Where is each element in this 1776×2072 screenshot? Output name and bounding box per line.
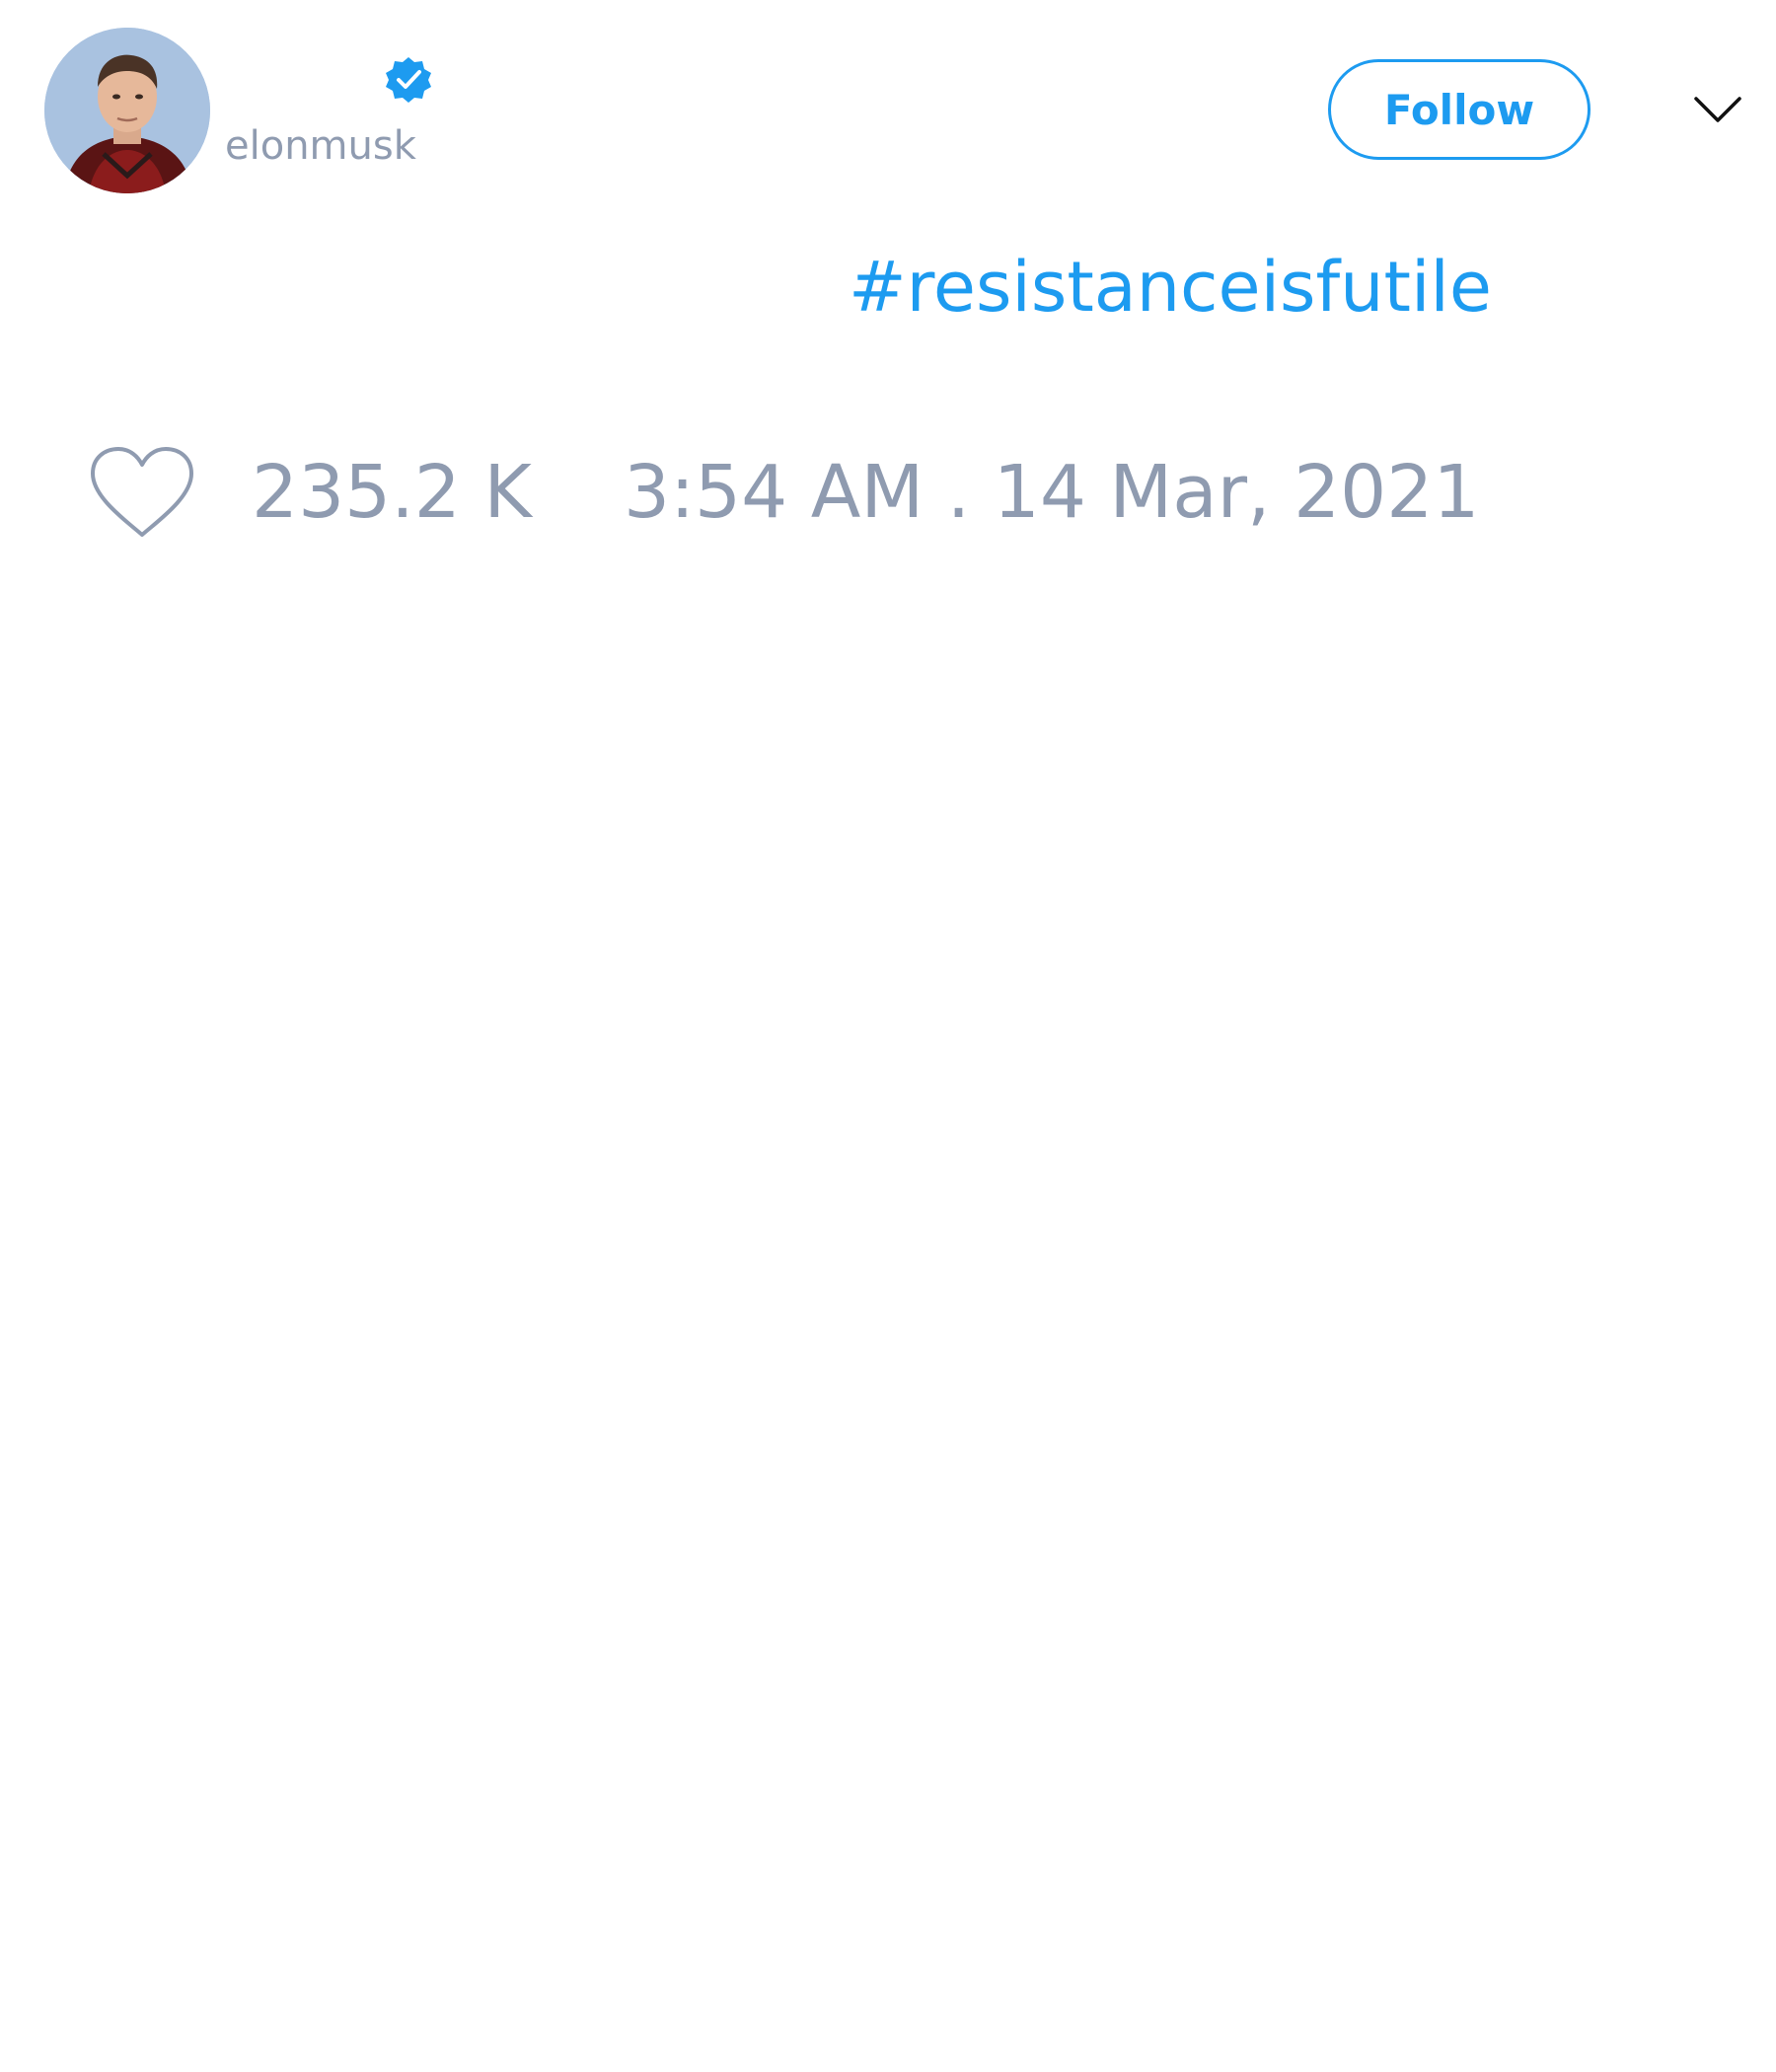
hashtag-link[interactable]: #resistanceisfutile xyxy=(849,253,1492,322)
chevron-down-icon[interactable] xyxy=(1693,93,1742,128)
tweet-card: elonmusk Follow #resistanceisfutile 235.… xyxy=(0,0,1776,2072)
author-handle[interactable]: elonmusk xyxy=(225,126,416,166)
avatar[interactable] xyxy=(44,28,210,193)
like-count: 235.2 K xyxy=(252,450,532,535)
avatar-image xyxy=(44,28,210,193)
tweet-timestamp[interactable]: 3:54 AM . 14 Mar, 2021 xyxy=(624,456,1479,529)
verified-badge-icon xyxy=(386,57,431,103)
follow-button[interactable]: Follow xyxy=(1328,59,1591,160)
heart-icon[interactable] xyxy=(89,446,195,541)
